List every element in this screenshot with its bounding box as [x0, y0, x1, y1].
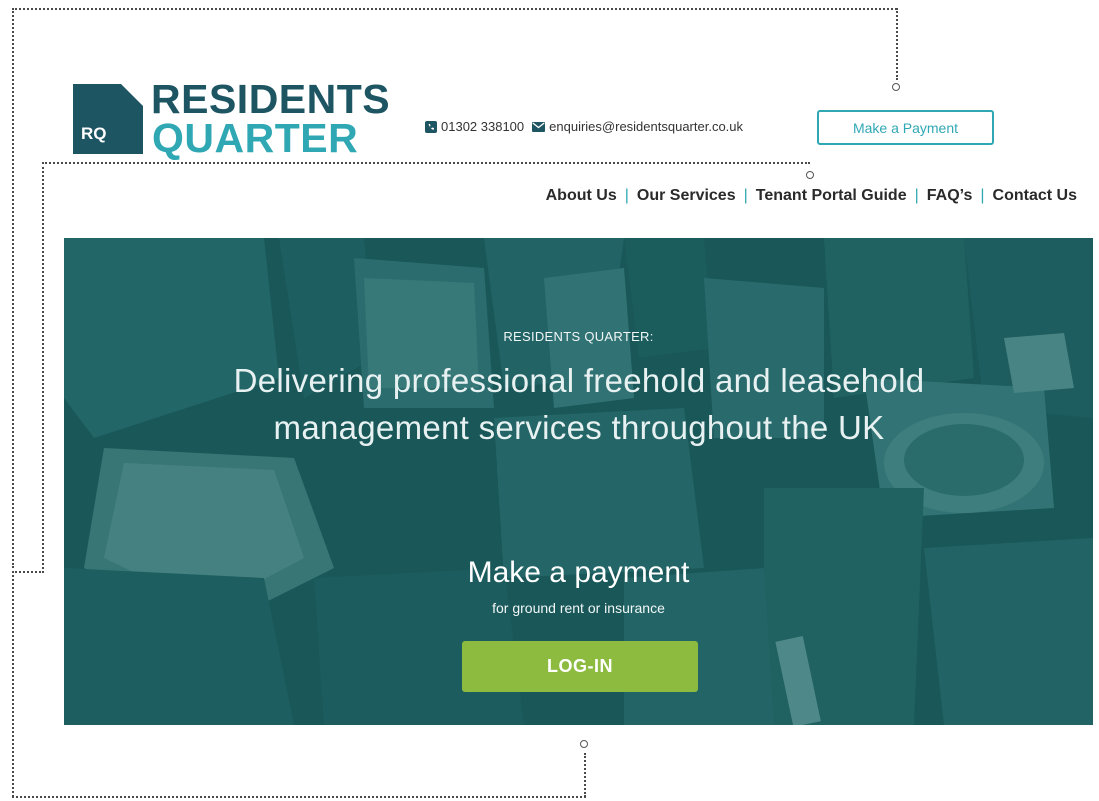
nav-separator: | — [914, 187, 919, 204]
logo-line-2: QUARTER — [152, 115, 359, 161]
nav-item-our-services[interactable]: Our Services — [637, 187, 736, 205]
connector-mid — [42, 162, 810, 164]
nav-separator: | — [624, 187, 629, 204]
connector-left-lower — [12, 571, 14, 797]
connector-bottom-rise — [584, 753, 586, 797]
site-logo[interactable]: RQ RESIDENTS QUARTER — [73, 77, 403, 161]
nav-item-about-us[interactable]: About Us — [546, 187, 617, 205]
nav-item-contact-us[interactable]: Contact Us — [993, 187, 1077, 205]
make-payment-button[interactable]: Make a Payment — [817, 110, 994, 145]
login-button[interactable]: LOG-IN — [462, 641, 698, 692]
phone-number: 01302 338100 — [441, 119, 525, 134]
main-nav: About Us | Our Services | Tenant Portal … — [546, 187, 1077, 205]
connector-top-right-drop — [896, 8, 898, 80]
payment-heading: Make a payment — [467, 556, 690, 589]
contact-bar: 01302 338100 enquiries@residentsquarter.… — [425, 119, 751, 134]
contact-phone[interactable]: 01302 338100 — [425, 119, 524, 134]
connector-left-outer — [12, 8, 14, 568]
payment-subheading: for ground rent or insurance — [492, 600, 665, 616]
phone-icon — [425, 120, 437, 133]
envelope-icon — [532, 121, 546, 132]
hero-banner: RESIDENTS QUARTER: Delivering profession… — [64, 238, 1093, 725]
contact-email[interactable]: enquiries@residentsquarter.co.uk — [532, 119, 743, 134]
logo-mark-text: RQ — [81, 124, 107, 143]
nav-item-tenant-portal-guide[interactable]: Tenant Portal Guide — [756, 187, 907, 205]
connector-left-join — [12, 571, 44, 573]
nav-separator: | — [743, 187, 748, 204]
hero-kicker: RESIDENTS QUARTER: — [503, 329, 654, 344]
hero-title: Delivering professional freehold and lea… — [233, 362, 925, 446]
connector-top — [12, 8, 897, 10]
connector-node — [892, 83, 900, 91]
connector-node — [580, 740, 588, 748]
connector-bottom — [12, 796, 586, 798]
connector-node — [806, 171, 814, 179]
nav-item-faqs[interactable]: FAQ’s — [927, 187, 973, 205]
nav-separator: | — [980, 187, 985, 204]
email-address: enquiries@residentsquarter.co.uk — [549, 119, 744, 134]
connector-left-inner — [42, 162, 44, 573]
